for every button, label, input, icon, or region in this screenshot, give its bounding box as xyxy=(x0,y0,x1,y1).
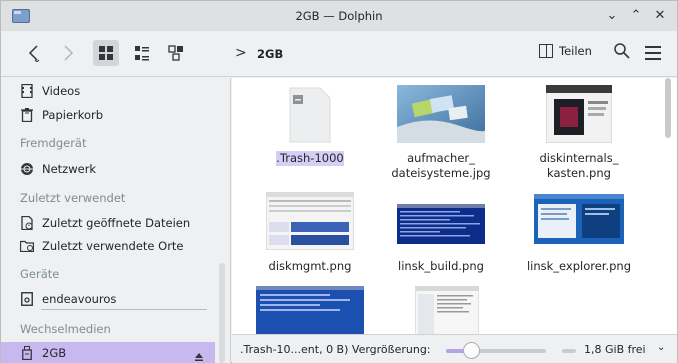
status-bar: .Trash-10...ent, 0 B) Vergrößerung: 1,8 … xyxy=(232,334,677,363)
details-view-button[interactable] xyxy=(163,40,189,66)
image-thumbnail xyxy=(256,286,364,334)
vertical-scrollbar[interactable] xyxy=(664,78,672,333)
zoom-label: Vergrößerung: xyxy=(351,343,431,356)
file-name: linsk_explorer.png xyxy=(526,259,632,273)
sidebar-item-papierkorb[interactable]: Papierkorb xyxy=(1,104,215,126)
split-button[interactable]: Teilen xyxy=(539,44,592,58)
sidebar-item-label: 2GB xyxy=(42,346,67,360)
search-button[interactable] xyxy=(613,42,631,63)
breadcrumb[interactable]: 2GB xyxy=(257,47,283,61)
sidebar-item-label: Videos xyxy=(42,84,81,98)
sidebar-item-videos[interactable]: Videos xyxy=(1,80,215,102)
chevron-left-icon xyxy=(28,45,40,62)
scrollbar-thumb[interactable] xyxy=(665,78,671,138)
search-icon xyxy=(614,43,630,59)
chevron-down-icon[interactable]: ⌄ xyxy=(657,342,665,353)
chevron-right-icon xyxy=(64,45,74,61)
status-text: .Trash-10...ent, 0 B) Vergrößerung: xyxy=(240,343,431,356)
section-devices-heading: Geräte xyxy=(20,267,60,281)
sidebar-scrollbar[interactable] xyxy=(219,263,225,363)
recent-files-icon xyxy=(20,216,34,230)
sidebar-item-label: Zuletzt verwendete Orte xyxy=(42,239,184,253)
split-label: Teilen xyxy=(559,44,592,58)
window-title: 2GB — Dolphin xyxy=(295,9,383,23)
section-recent-heading: Zuletzt verwendet xyxy=(20,191,126,205)
sidebar-item-recent-files[interactable]: Zuletzt geöffnete Dateien xyxy=(1,212,215,234)
file-name-line1: diskinternals_ xyxy=(539,151,619,165)
compact-view-button[interactable] xyxy=(129,40,155,66)
drive-icon xyxy=(20,292,34,306)
hamburger-menu-icon[interactable] xyxy=(645,46,661,64)
eject-icon[interactable] xyxy=(194,352,204,363)
sidebar-item-recent-places[interactable]: Zuletzt verwendete Orte xyxy=(1,235,215,257)
status-selection: .Trash-10...ent, 0 B) xyxy=(240,343,349,356)
sidebar-item-label: endeavouros xyxy=(42,292,117,306)
image-thumbnail xyxy=(397,204,485,244)
places-sidebar: Videos Papierkorb Fremdgerät Netzwerk Zu… xyxy=(1,78,231,363)
sidebar-item-label: Papierkorb xyxy=(42,108,104,122)
image-thumbnail xyxy=(534,194,624,244)
file-name-line1: aufmacher_ xyxy=(407,151,475,165)
section-remote-heading: Fremdgerät xyxy=(20,136,87,150)
image-thumbnail xyxy=(266,192,354,250)
compact-view-icon xyxy=(135,46,149,61)
split-view-icon xyxy=(539,44,553,58)
minimize-button[interactable]: ⌄ xyxy=(603,7,621,25)
divider xyxy=(41,309,207,310)
sidebar-item-netzwerk[interactable]: Netzwerk xyxy=(1,158,215,180)
file-name: diskmgmt.png xyxy=(268,259,352,273)
network-icon xyxy=(20,162,34,176)
maximize-button[interactable]: ⌃ xyxy=(627,7,645,25)
file-name: .Trash-1000 xyxy=(276,151,344,166)
forward-button[interactable] xyxy=(55,40,81,66)
dolphin-window: 2GB — Dolphin ⌄ ⌃ ✕ > 2GB Teilen Videos … xyxy=(0,0,678,363)
image-thumbnail xyxy=(546,85,612,143)
breadcrumb-separator: > xyxy=(235,45,247,61)
sidebar-item-label: Zuletzt geöffnete Dateien xyxy=(42,216,191,230)
file-view[interactable]: .Trash-1000 aufmacher_ dateisysteme.jpg xyxy=(232,78,677,334)
zoom-slider-handle[interactable] xyxy=(463,342,480,359)
details-view-icon xyxy=(168,45,183,61)
recent-places-icon xyxy=(20,239,34,253)
close-button[interactable]: ✕ xyxy=(651,7,669,25)
sidebar-item-endeavouros[interactable]: endeavouros xyxy=(1,288,215,310)
file-name-line2: kasten.png xyxy=(547,166,611,180)
free-space-label[interactable]: 1,8 GiB frei xyxy=(584,343,646,356)
file-name: linsk_build.png xyxy=(398,259,484,273)
section-removable-heading: Wechselmedien xyxy=(20,322,111,336)
sidebar-item-2gb[interactable]: 2GB xyxy=(1,342,215,363)
sidebar-item-label: Netzwerk xyxy=(42,162,97,176)
trash-icon xyxy=(20,108,34,122)
toolbar: > 2GB Teilen xyxy=(1,31,677,77)
icons-view-button[interactable] xyxy=(93,40,119,66)
zoom-slider[interactable] xyxy=(446,349,546,353)
icons-view-icon xyxy=(99,46,113,60)
image-thumbnail xyxy=(397,85,485,143)
usb-drive-icon xyxy=(20,346,34,360)
back-button[interactable] xyxy=(21,40,47,66)
folder-file-icon xyxy=(289,87,331,143)
image-thumbnail xyxy=(415,286,479,334)
video-icon xyxy=(20,84,34,98)
file-name-line2: dateisysteme.jpg xyxy=(391,166,491,180)
free-space-bar xyxy=(562,349,576,353)
title-bar[interactable]: 2GB — Dolphin ⌄ ⌃ ✕ xyxy=(1,1,677,31)
